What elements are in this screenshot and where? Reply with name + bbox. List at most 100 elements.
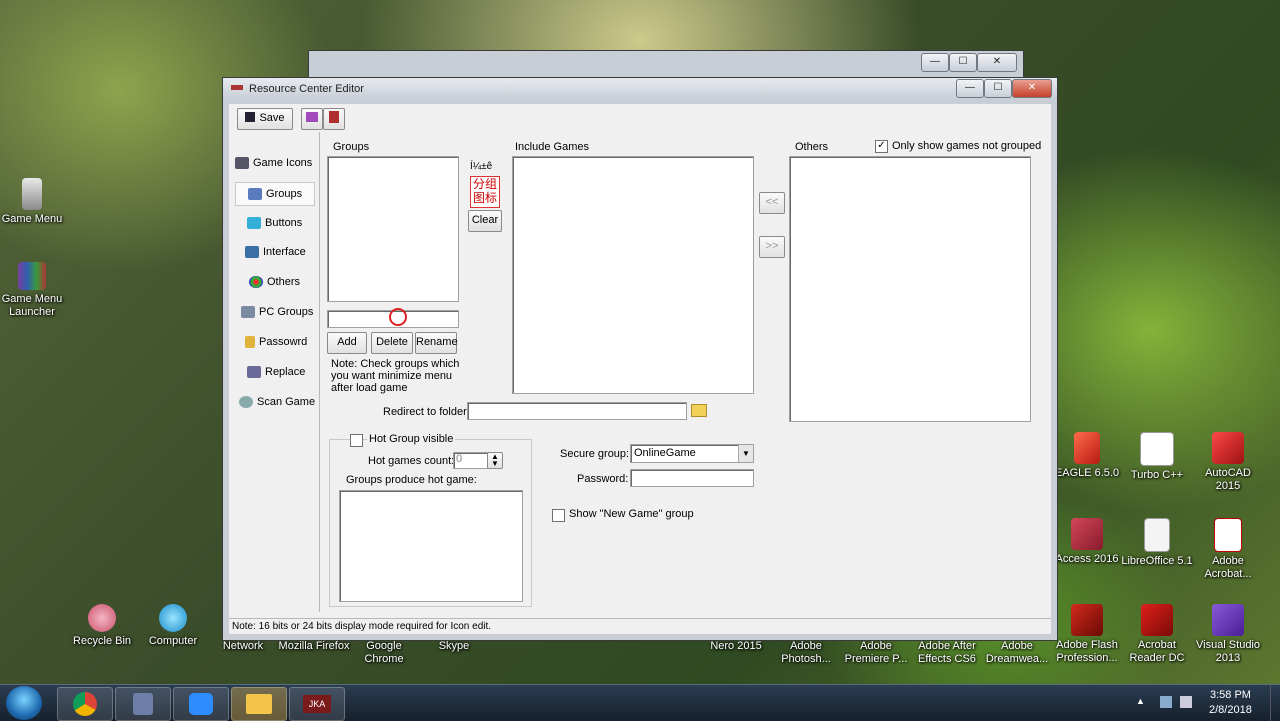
nav-label: Game Icons [253, 157, 313, 169]
volume-tray-icon[interactable] [1180, 696, 1192, 708]
desktop-icon-nero[interactable]: Nero 2015 [700, 640, 772, 653]
start-orb-icon[interactable] [6, 686, 42, 720]
groups-list[interactable] [327, 156, 459, 302]
desktop-icon-eagle[interactable]: EAGLE 6.5.0 [1051, 432, 1123, 480]
icon-label: Í¼±ê [470, 161, 493, 172]
show-desktop-button[interactable] [1270, 685, 1280, 721]
include-games-list[interactable] [512, 156, 754, 394]
desktop-icon-label: Google Chrome [364, 640, 404, 665]
nav-item-interface[interactable]: Interface [235, 241, 313, 263]
group-icon-preview[interactable]: 分组 图标 [470, 176, 500, 208]
desktop-icon-label: Adobe After Effects CS6 [918, 640, 976, 665]
hot-games-count-spinner[interactable]: ▲ ▼ [487, 452, 503, 469]
save-button[interactable]: Save [237, 108, 293, 130]
desktop-icon-photoshop[interactable]: Adobe Photosh... [770, 640, 842, 666]
chevron-down-icon[interactable]: ▼ [738, 445, 753, 462]
network-tray-icon[interactable] [1160, 696, 1172, 708]
password-input[interactable] [630, 469, 754, 487]
interface-icon [245, 246, 259, 259]
show-new-game-checkbox[interactable] [552, 509, 565, 522]
clock-date[interactable]: 2/8/2018 [1209, 704, 1252, 716]
nav-item-game-icons[interactable]: Game Icons [235, 152, 313, 174]
add-button[interactable]: Add [327, 332, 367, 354]
computer-icon [159, 604, 187, 632]
turbo-cpp-icon [1140, 432, 1174, 466]
desktop-icon-flash[interactable]: Adobe Flash Profession... [1051, 604, 1123, 665]
desktop-icon-access[interactable]: Access 2016 [1051, 518, 1123, 566]
desktop-icon-chrome[interactable]: Google Chrome [348, 640, 420, 666]
hot-group-visible-checkbox[interactable] [350, 434, 363, 447]
secure-group-value: OnlineGame [634, 447, 696, 459]
desktop-icon-label: Nero 2015 [710, 640, 762, 652]
desktop-icon-after-effects[interactable]: Adobe After Effects CS6 [911, 640, 983, 666]
others-label: Others [795, 141, 829, 153]
clock-time[interactable]: 3:58 PM [1210, 689, 1251, 701]
move-left-button[interactable]: << [759, 192, 785, 214]
folder-icon[interactable] [691, 404, 707, 417]
taskbar-jka[interactable]: JKA [289, 687, 345, 721]
maximize-button[interactable]: ☐ [949, 53, 977, 72]
nav-label: Interface [263, 246, 306, 258]
nav-item-buttons[interactable]: Buttons [235, 212, 313, 234]
desktop-icon-label: Recycle Bin [72, 635, 132, 647]
desktop-icon-dreamweaver[interactable]: Adobe Dreamwea... [981, 640, 1053, 666]
nav-label: Others [267, 276, 301, 288]
clear-button[interactable]: Clear [468, 210, 502, 232]
show-new-game-label: Show "New Game" group [569, 508, 694, 520]
note-text: Note: Check groups which you want minimi… [331, 358, 460, 394]
delete-button[interactable]: Delete [371, 332, 413, 354]
taskbar-app[interactable] [115, 687, 171, 721]
include-games-label: Include Games [515, 141, 589, 153]
desktop-icon-autocad[interactable]: AutoCAD 2015 [1192, 432, 1264, 493]
desktop-icon-skype[interactable]: Skype [418, 640, 490, 653]
desktop-icon-label: Game Menu Launcher [1, 293, 63, 318]
exit-icon [329, 111, 339, 123]
nav-item-replace[interactable]: Replace [235, 361, 313, 383]
window-titlebar[interactable]: Resource Center Editor — ☐ ✕ [223, 78, 1057, 100]
window-title: Resource Center Editor [249, 83, 364, 95]
nav-item-password[interactable]: Passowrd [235, 331, 313, 353]
desktop-icon-game-menu[interactable]: Game Menu [0, 178, 68, 226]
taskbar-zoom[interactable] [173, 687, 229, 721]
maximize-button[interactable]: ☐ [984, 79, 1012, 98]
desktop-icon-recycle-bin[interactable]: Recycle Bin [66, 604, 138, 648]
nav-item-others[interactable]: Others [235, 271, 313, 293]
status-text: Note: 16 bits or 24 bits display mode re… [232, 621, 492, 632]
exit-button[interactable] [323, 108, 345, 130]
only-show-not-grouped-checkbox[interactable]: ✓ [875, 140, 888, 153]
groups-produce-label: Groups produce hot game: [346, 474, 477, 486]
tray-expand-icon[interactable]: ▲ [1136, 696, 1145, 706]
secure-group-select[interactable]: OnlineGame ▼ [630, 444, 754, 463]
desktop-icon-firefox[interactable]: Mozilla Firefox [278, 640, 350, 653]
desktop-icon-game-menu-launcher[interactable]: Game Menu Launcher [0, 262, 68, 319]
close-button[interactable]: ✕ [977, 53, 1017, 72]
groups-produce-list[interactable] [339, 490, 523, 602]
desktop-icon-libreoffice[interactable]: LibreOffice 5.1 [1121, 518, 1193, 568]
desktop-icon-computer[interactable]: Computer [137, 604, 209, 648]
nav-item-pc-groups[interactable]: PC Groups [235, 301, 313, 323]
desktop-icon-turbo-cpp[interactable]: Turbo C++ [1121, 432, 1193, 482]
desktop-icon-label: Adobe Dreamwea... [985, 640, 1049, 665]
recycle-bin-icon [88, 604, 116, 632]
desktop-icon-adobe-acrobat[interactable]: Adobe Acrobat... [1192, 518, 1264, 581]
desktop-icon-visual-studio[interactable]: Visual Studio 2013 [1192, 604, 1264, 665]
minimize-button[interactable]: — [921, 53, 949, 72]
taskbar-chrome[interactable] [57, 687, 113, 721]
desktop-icon-label: Adobe Flash Profession... [1056, 639, 1118, 664]
book-button[interactable] [301, 108, 323, 130]
nav-item-scan-game[interactable]: Scan Game [235, 391, 315, 413]
desktop-icon-acrobat-reader[interactable]: Acrobat Reader DC [1121, 604, 1193, 665]
move-right-button[interactable]: >> [759, 236, 785, 258]
redirect-folder-input[interactable] [467, 402, 687, 420]
rename-button[interactable]: Rename [415, 332, 458, 354]
desktop-icon-premiere[interactable]: Adobe Premiere P... [840, 640, 912, 666]
minimize-button[interactable]: — [956, 79, 984, 98]
hot-games-count-input[interactable]: 0 [453, 452, 491, 469]
nav-item-groups[interactable]: Groups [235, 182, 315, 206]
taskbar-file-explorer[interactable] [231, 687, 287, 721]
close-button[interactable]: ✕ [1012, 79, 1052, 98]
redirect-label: Redirect to folder: [383, 406, 470, 418]
desktop-icon-network[interactable]: Network [207, 640, 279, 653]
cursor-indicator [389, 308, 407, 326]
others-list[interactable] [789, 156, 1031, 422]
